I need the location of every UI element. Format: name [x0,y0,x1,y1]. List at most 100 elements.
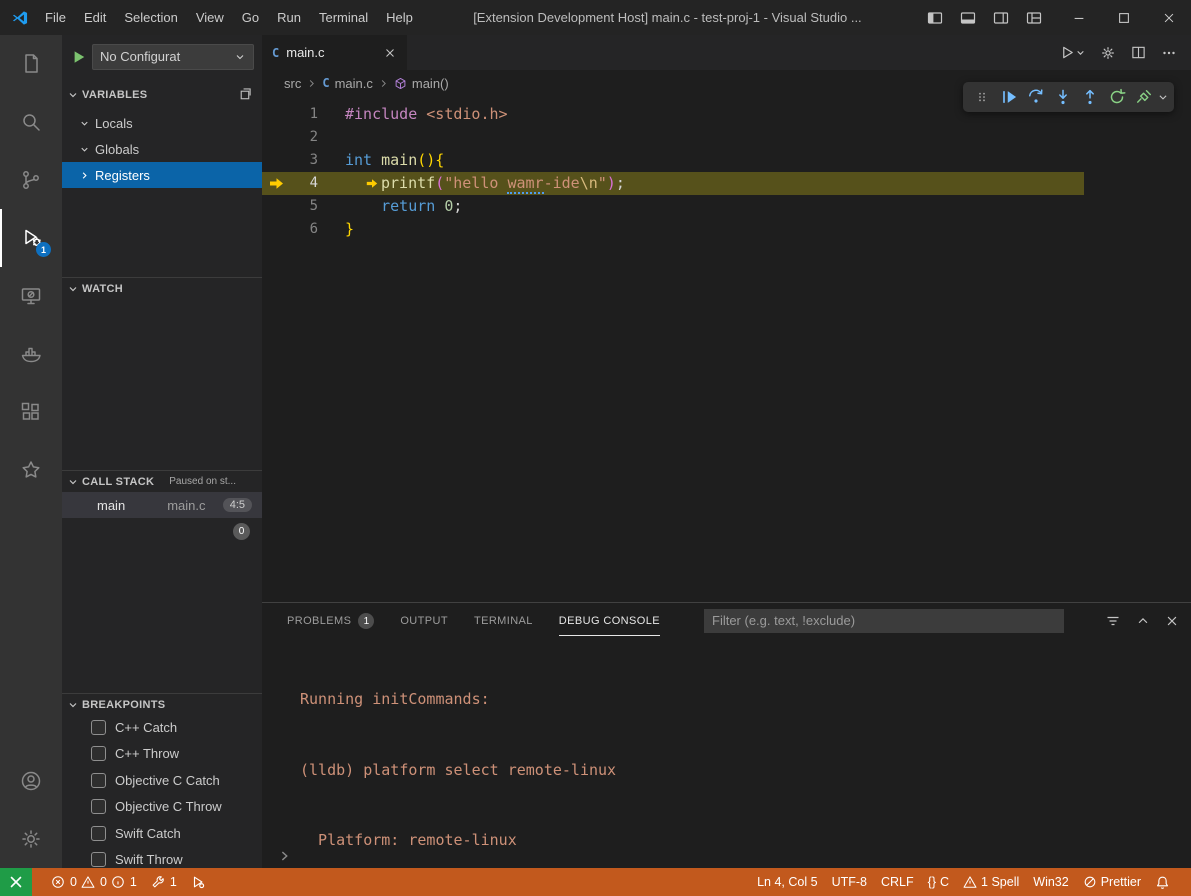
restart-button[interactable] [1103,84,1130,110]
close-panel-icon[interactable] [1165,614,1179,628]
menu-edit[interactable]: Edit [75,0,115,35]
toggle-sidebar-icon[interactable] [927,10,943,26]
error-count: 0 [70,875,77,889]
breakpoint-checkbox[interactable] [91,826,106,841]
debug-config-dropdown[interactable]: No Configurat [92,44,254,70]
remote-indicator[interactable] [0,868,32,896]
continue-button[interactable] [995,84,1022,110]
menu-terminal[interactable]: Terminal [310,0,377,35]
remote-explorer-icon[interactable] [0,267,62,325]
variables-globals-item[interactable]: Globals [62,136,262,162]
variables-locals-item[interactable]: Locals [62,110,262,136]
watch-section-header[interactable]: WATCH [62,277,262,299]
code-token: } [345,220,354,238]
more-actions-icon[interactable] [1161,45,1177,61]
breakpoint-margin[interactable] [262,218,290,241]
tools-status[interactable]: 1 [144,868,184,896]
search-icon[interactable] [0,93,62,151]
menu-run[interactable]: Run [268,0,310,35]
source-control-icon[interactable] [0,151,62,209]
platform-status[interactable]: Win32 [1026,868,1075,896]
breakpoint-checkbox[interactable] [91,852,106,867]
drag-grip-icon[interactable] [968,84,995,110]
split-editor-icon[interactable] [1131,45,1146,60]
watch-title: WATCH [82,283,123,295]
code-token: -ide [544,174,580,192]
spell-checker-status[interactable]: 1 Spell [956,868,1026,896]
console-prompt-icon[interactable] [278,849,292,863]
code-editor[interactable]: 1 #include <stdio.h> 2 3 int main(){ 4 p… [262,96,1191,602]
filter-list-icon[interactable] [1105,613,1121,629]
tab-debug-console[interactable]: DEBUG CONSOLE [559,605,660,636]
breakpoint-row[interactable]: Objective C Throw [62,794,262,821]
menu-file[interactable]: File [36,0,75,35]
disconnect-button[interactable] [1130,84,1157,110]
explorer-icon[interactable] [0,35,62,93]
breakpoint-margin[interactable] [262,195,290,218]
tab-terminal[interactable]: TERMINAL [474,605,533,636]
menu-go[interactable]: Go [233,0,268,35]
variables-registers-item[interactable]: Registers [62,162,262,188]
language-mode[interactable]: {}C [921,868,956,896]
maximize-panel-icon[interactable] [1136,614,1150,628]
breakpoint-label: Objective C Catch [115,773,220,788]
cursor-position[interactable]: Ln 4, Col 5 [750,868,824,896]
toggle-secondary-sidebar-icon[interactable] [993,10,1009,26]
console-filter-input[interactable] [704,609,1064,633]
breadcrumb-file[interactable]: main.c [335,76,373,91]
tab-output[interactable]: OUTPUT [400,605,448,636]
callstack-frame-row[interactable]: main main.c 4:5 [62,492,262,518]
breakpoint-row[interactable]: Objective C Catch [62,767,262,794]
tab-main-c[interactable]: C main.c [262,35,407,70]
customize-layout-icon[interactable] [1026,10,1042,26]
tab-problems[interactable]: PROBLEMS1 [287,603,374,638]
breakpoint-checkbox[interactable] [91,799,106,814]
account-icon[interactable] [0,752,62,810]
breakpoint-checkbox[interactable] [91,773,106,788]
step-out-button[interactable] [1076,84,1103,110]
c-file-icon: C [272,46,279,60]
debug-start-status[interactable] [184,868,212,896]
menu-view[interactable]: View [187,0,233,35]
start-debug-icon[interactable] [72,50,86,64]
collapse-all-icon[interactable] [237,87,252,102]
star-icon[interactable] [0,441,62,499]
formatter-label: Prettier [1101,875,1141,889]
breakpoints-section-header[interactable]: BREAKPOINTS [62,693,262,715]
breakpoint-row[interactable]: C++ Throw [62,741,262,768]
settings-gear-icon[interactable] [1100,45,1116,61]
minimize-button[interactable] [1056,0,1101,35]
docker-icon[interactable] [0,325,62,383]
eol-selector[interactable]: CRLF [874,868,921,896]
toggle-panel-icon[interactable] [960,10,976,26]
variables-section-header[interactable]: VARIABLES [62,84,262,106]
breakpoint-row[interactable]: Swift Catch [62,820,262,847]
breakpoint-margin[interactable] [262,149,290,172]
notifications-bell[interactable] [1148,868,1177,896]
breakpoint-checkbox[interactable] [91,720,106,735]
close-tab-icon[interactable] [383,46,397,60]
current-line-arrow-icon[interactable] [262,172,290,195]
maximize-button[interactable] [1101,0,1146,35]
code-line: 2 [262,126,1191,149]
breakpoint-margin[interactable] [262,126,290,149]
breakpoint-margin[interactable] [262,103,290,126]
settings-gear-icon[interactable] [0,810,62,868]
close-button[interactable] [1146,0,1191,35]
breadcrumb-symbol[interactable]: main() [412,76,449,91]
breadcrumb-folder[interactable]: src [284,76,301,91]
extensions-icon[interactable] [0,383,62,441]
step-into-button[interactable] [1049,84,1076,110]
run-debug-icon[interactable]: 1 [0,209,62,267]
problems-status[interactable]: 0 0 1 [44,868,144,896]
menu-selection[interactable]: Selection [115,0,186,35]
callstack-section-header[interactable]: CALL STACK Paused on st... [62,470,262,492]
formatter-status[interactable]: Prettier [1076,868,1148,896]
chevron-down-icon[interactable] [1157,92,1169,102]
breakpoint-checkbox[interactable] [91,746,106,761]
run-file-button[interactable] [1060,45,1085,60]
step-over-button[interactable] [1022,84,1049,110]
breakpoint-row[interactable]: C++ Catch [62,714,262,741]
encoding-selector[interactable]: UTF-8 [825,868,874,896]
menu-help[interactable]: Help [377,0,422,35]
